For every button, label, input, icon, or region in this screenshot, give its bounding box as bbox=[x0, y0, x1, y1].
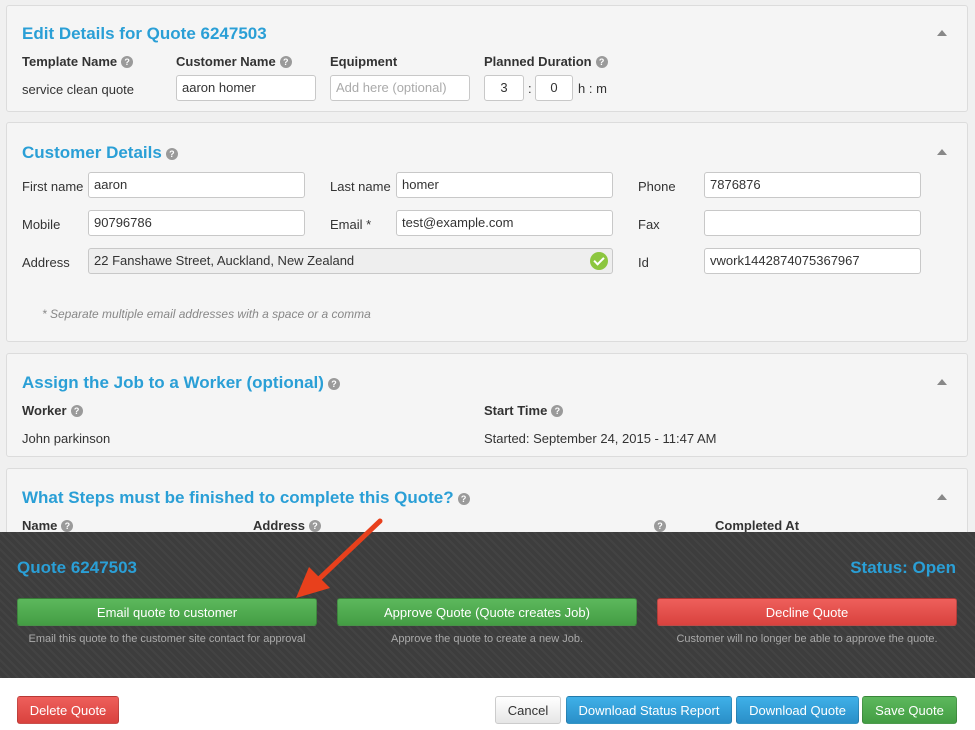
start-time-value: Started: September 24, 2015 - 11:47 AM bbox=[484, 431, 717, 446]
quote-status: Status: Open bbox=[850, 558, 956, 577]
footer-bar: Delete Quote Cancel Download Status Repo… bbox=[0, 678, 975, 730]
customer-details-title: Customer Details? bbox=[22, 143, 178, 163]
last-name-input[interactable]: homer bbox=[396, 172, 613, 198]
help-icon[interactable]: ? bbox=[595, 56, 608, 68]
help-icon[interactable]: ? bbox=[654, 520, 666, 532]
first-name-label: First name bbox=[22, 179, 84, 194]
phone-input[interactable]: 7876876 bbox=[704, 172, 921, 198]
email-quote-description: Email this quote to the customer site co… bbox=[28, 633, 306, 645]
duration-unit: h : m bbox=[578, 81, 607, 96]
customer-name-input[interactable]: aaron homer bbox=[176, 75, 316, 101]
quote-details-title: Edit Details for Quote 6247503 bbox=[22, 24, 267, 43]
collapse-icon[interactable] bbox=[937, 494, 947, 500]
worker-value[interactable]: John parkinson bbox=[22, 431, 110, 446]
email-quote-button[interactable]: Email quote to customer bbox=[17, 598, 317, 626]
first-name-input[interactable]: aaron bbox=[88, 172, 305, 198]
template-name-label: Template Name? bbox=[22, 54, 134, 69]
template-name-value: service clean quote bbox=[22, 82, 135, 97]
start-time-label: Start Time? bbox=[484, 403, 564, 418]
approve-quote-description: Approve the quote to create a new Job. bbox=[390, 633, 584, 645]
assign-worker-panel: Assign the Job to a Worker (optional)? W… bbox=[6, 353, 968, 457]
steps-col-help: ? bbox=[650, 518, 666, 533]
collapse-icon[interactable] bbox=[937, 30, 947, 36]
worker-label: Worker? bbox=[22, 403, 83, 418]
duration-minutes-input[interactable]: 0 bbox=[535, 75, 573, 101]
help-icon[interactable]: ? bbox=[327, 378, 340, 390]
customer-name-label: Customer Name? bbox=[176, 54, 292, 69]
assign-worker-title: Assign the Job to a Worker (optional)? bbox=[22, 373, 340, 393]
download-quote-button[interactable]: Download Quote bbox=[736, 696, 859, 724]
download-status-report-button[interactable]: Download Status Report bbox=[566, 696, 732, 724]
action-bar-quote-title: Quote 6247503 bbox=[17, 558, 138, 577]
duration-hours-input[interactable]: 3 bbox=[484, 75, 524, 101]
cancel-button[interactable]: Cancel bbox=[495, 696, 561, 724]
collapse-icon[interactable] bbox=[937, 149, 947, 155]
help-icon[interactable]: ? bbox=[279, 56, 292, 68]
help-icon[interactable]: ? bbox=[165, 148, 178, 160]
verified-check-icon bbox=[590, 252, 608, 270]
help-icon[interactable]: ? bbox=[309, 520, 322, 532]
fax-input[interactable] bbox=[704, 210, 921, 236]
approve-quote-button[interactable]: Approve Quote (Quote creates Job) bbox=[337, 598, 637, 626]
address-value: 22 Fanshawe Street, Auckland, New Zealan… bbox=[94, 253, 355, 268]
customer-details-panel: Customer Details? First name aaron Last … bbox=[6, 122, 968, 342]
fax-label: Fax bbox=[638, 217, 660, 232]
decline-quote-description: Customer will no longer be able to appro… bbox=[676, 633, 938, 645]
address-input[interactable]: 22 Fanshawe Street, Auckland, New Zealan… bbox=[88, 248, 613, 274]
email-input[interactable]: test@example.com bbox=[396, 210, 613, 236]
equipment-input[interactable]: Add here (optional) bbox=[330, 75, 470, 101]
help-icon[interactable]: ? bbox=[70, 405, 83, 417]
help-icon[interactable]: ? bbox=[121, 56, 134, 68]
address-label: Address bbox=[22, 255, 70, 270]
last-name-label: Last name bbox=[330, 179, 391, 194]
help-icon[interactable]: ? bbox=[61, 520, 74, 532]
mobile-input[interactable]: 90796786 bbox=[88, 210, 305, 236]
id-label: Id bbox=[638, 255, 649, 270]
equipment-label: Equipment bbox=[330, 54, 398, 69]
mobile-label: Mobile bbox=[22, 217, 61, 232]
steps-title: What Steps must be finished to complete … bbox=[22, 488, 470, 508]
id-input[interactable]: vwork1442874075367967 bbox=[704, 248, 921, 274]
steps-col-completed: Completed At bbox=[715, 518, 800, 533]
delete-quote-button[interactable]: Delete Quote bbox=[17, 696, 119, 724]
save-quote-button[interactable]: Save Quote bbox=[862, 696, 957, 724]
phone-label: Phone bbox=[638, 179, 676, 194]
email-label: Email * bbox=[330, 217, 372, 232]
duration-separator: : bbox=[528, 81, 532, 96]
email-separator-note: * Separate multiple email addresses with… bbox=[42, 307, 371, 321]
quote-details-panel: Edit Details for Quote 6247503 Template … bbox=[6, 5, 968, 112]
steps-col-address: Address? bbox=[253, 518, 322, 533]
planned-duration-label: Planned Duration? bbox=[484, 54, 608, 69]
help-icon[interactable]: ? bbox=[551, 405, 564, 417]
decline-quote-button[interactable]: Decline Quote bbox=[657, 598, 957, 626]
quote-action-bar: Quote 6247503 Status: Open Email quote t… bbox=[0, 532, 975, 678]
help-icon[interactable]: ? bbox=[457, 493, 470, 505]
steps-col-name: Name? bbox=[22, 518, 74, 533]
collapse-icon[interactable] bbox=[937, 379, 947, 385]
